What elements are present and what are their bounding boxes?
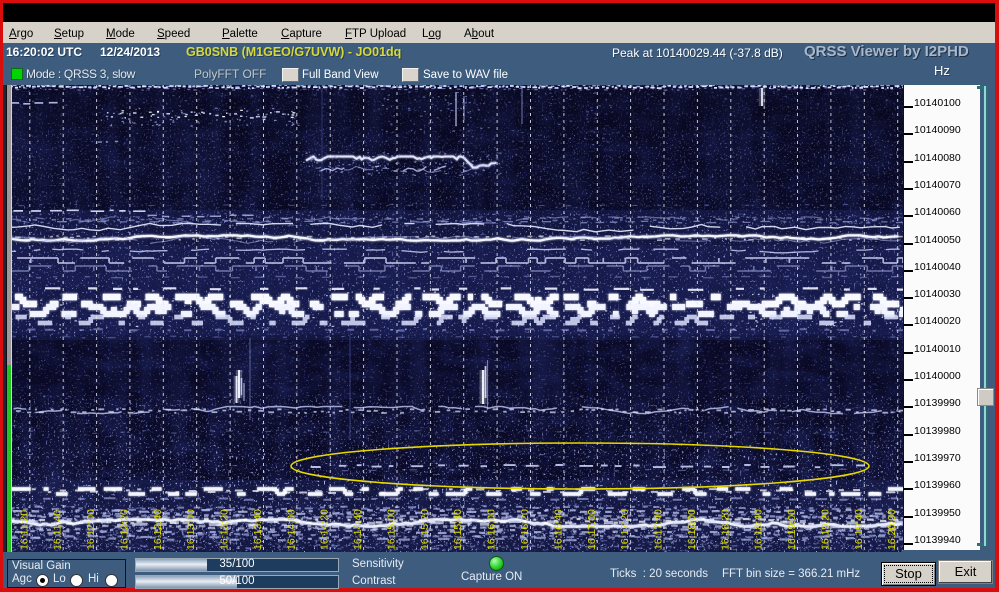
svg-text:16:15:00: 16:15:00 — [386, 509, 398, 550]
svg-text:16:18:00: 16:18:00 — [686, 509, 698, 550]
svg-text:16:19:40: 16:19:40 — [853, 509, 865, 550]
svg-text:16:12:40: 16:12:40 — [152, 509, 164, 550]
svg-text:16:11:40: 16:11:40 — [52, 510, 64, 550]
svg-text:16:12:00: 16:12:00 — [85, 509, 97, 550]
svg-text:16:11:20: 16:11:20 — [18, 510, 30, 550]
svg-text:16:14:20: 16:14:20 — [319, 509, 331, 550]
svg-text:16:15:20: 16:15:20 — [419, 509, 431, 550]
svg-text:16:19:00: 16:19:00 — [786, 509, 798, 550]
svg-text:16:13:40: 16:13:40 — [252, 509, 264, 550]
svg-text:16:12:20: 16:12:20 — [118, 509, 130, 550]
svg-text:16:17:20: 16:17:20 — [619, 509, 631, 550]
svg-text:16:16:40: 16:16:40 — [552, 509, 564, 550]
svg-text:16:15:40: 16:15:40 — [452, 509, 464, 550]
svg-text:16:19:20: 16:19:20 — [819, 509, 831, 550]
svg-text:16:16:00: 16:16:00 — [486, 509, 498, 550]
svg-text:16:17:40: 16:17:40 — [653, 509, 665, 550]
svg-text:16:14:00: 16:14:00 — [285, 509, 297, 550]
svg-text:16:20:00: 16:20:00 — [886, 509, 898, 550]
svg-text:16:17:00: 16:17:00 — [586, 509, 598, 550]
svg-text:16:18:20: 16:18:20 — [719, 509, 731, 550]
svg-text:16:14:40: 16:14:40 — [352, 509, 364, 550]
svg-text:16:13:00: 16:13:00 — [185, 509, 197, 550]
svg-text:16:16:20: 16:16:20 — [519, 509, 531, 550]
svg-text:16:13:20: 16:13:20 — [219, 509, 231, 550]
svg-text:16:18:40: 16:18:40 — [753, 509, 765, 550]
